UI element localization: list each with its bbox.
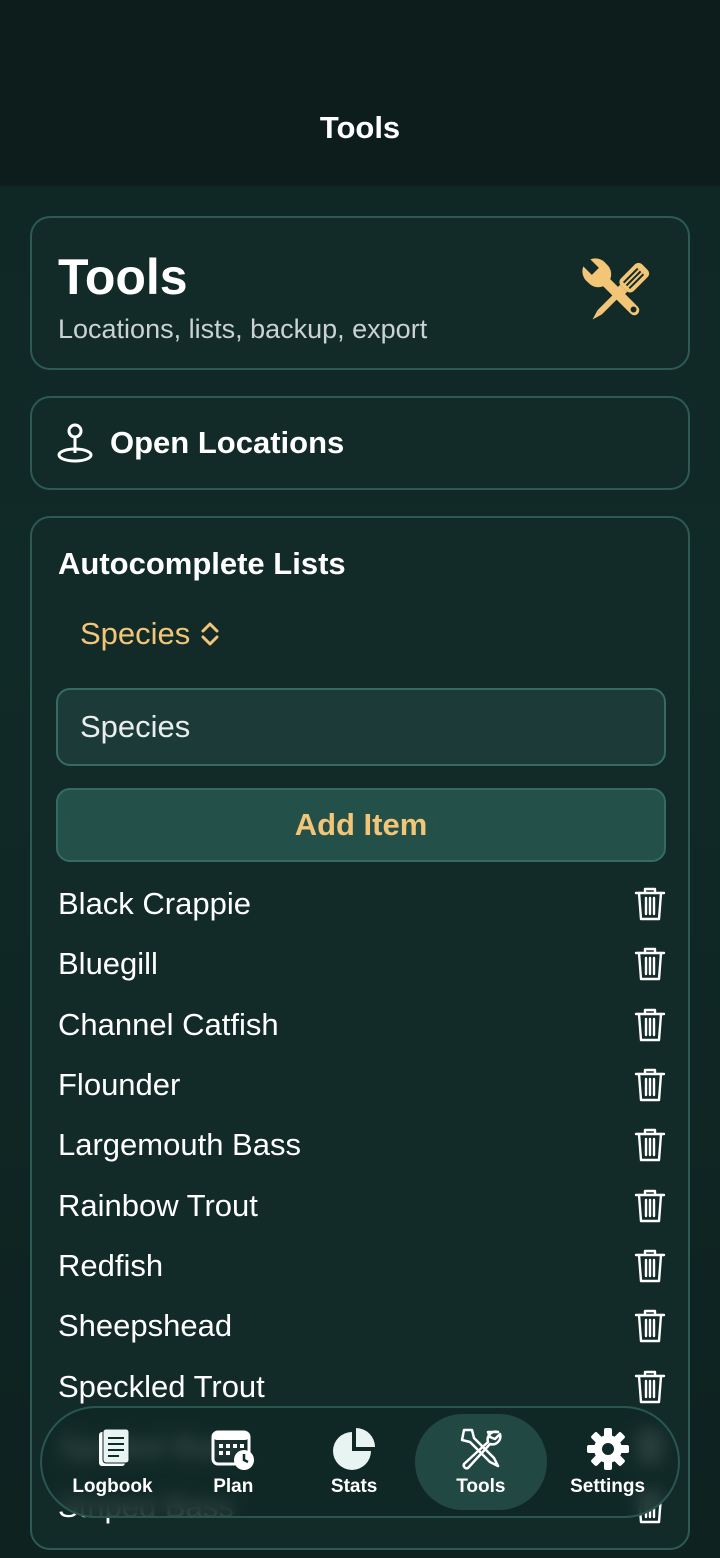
pie-chart-icon: [333, 1428, 376, 1470]
page-subtitle: Locations, lists, backup, export: [58, 314, 428, 344]
open-locations-button[interactable]: Open Locations: [30, 396, 690, 490]
list-item: Sheepshead: [32, 1296, 688, 1356]
tools-header-card: Tools Locations, lists, backup, export: [30, 216, 690, 370]
navigation-bar: Tools: [0, 0, 720, 186]
tab-logbook[interactable]: Logbook: [52, 1414, 173, 1510]
gear-icon: [586, 1428, 629, 1470]
autocomplete-lists-card: Autocomplete Lists Species Add Item Blac…: [30, 516, 690, 1550]
tab-plan[interactable]: Plan: [173, 1414, 294, 1510]
picker-value: Species: [80, 616, 191, 651]
list-item: Rainbow Trout: [32, 1175, 688, 1235]
trash-icon[interactable]: [634, 1188, 666, 1224]
list-item: Flounder: [32, 1055, 688, 1115]
book-icon: [99, 1428, 130, 1466]
chevron-up-down-icon: [201, 622, 219, 646]
list-item-label: Bluegill: [58, 946, 158, 982]
list-type-picker[interactable]: Species: [80, 616, 220, 652]
list-item-label: Channel Catfish: [58, 1006, 279, 1042]
list-item-label: Flounder: [58, 1067, 181, 1103]
list-item-label: Sheepshead: [58, 1308, 233, 1344]
trash-icon[interactable]: [634, 946, 666, 982]
list-item: Channel Catfish: [32, 995, 688, 1055]
new-item-input[interactable]: [56, 688, 666, 766]
tab-label: Tools: [456, 1476, 506, 1497]
list-item: Black Crappie: [32, 874, 688, 934]
tab-tools[interactable]: Tools: [414, 1414, 548, 1510]
section-title: Autocomplete Lists: [58, 546, 346, 581]
open-locations-label: Open Locations: [110, 425, 345, 460]
tools-icon: [581, 257, 650, 320]
trash-icon[interactable]: [634, 1067, 666, 1103]
list-item-label: Redfish: [58, 1247, 164, 1283]
list-item-label: Rainbow Trout: [58, 1187, 258, 1223]
tools-icon: [460, 1428, 502, 1470]
tab-label: Stats: [330, 1476, 378, 1497]
trash-icon[interactable]: [634, 886, 666, 922]
page-title: Tools: [58, 249, 188, 305]
trash-icon[interactable]: [634, 1369, 666, 1405]
list-item-label: Speckled Trout: [58, 1368, 265, 1404]
list-item-label: Largemouth Bass: [58, 1127, 301, 1163]
trash-icon[interactable]: [634, 1308, 666, 1344]
list-item: Redfish: [32, 1236, 688, 1296]
calendar-clock-icon: [211, 1430, 255, 1470]
tab-settings[interactable]: Settings: [547, 1414, 668, 1510]
tab-label: Logbook: [72, 1476, 153, 1497]
list-item: Bluegill: [32, 934, 688, 994]
list-item-label: Black Crappie: [58, 886, 251, 922]
trash-icon[interactable]: [634, 1127, 666, 1163]
list-item: Largemouth Bass: [32, 1115, 688, 1175]
tab-bar: Logbook Plan Stats Tools Settings: [40, 1406, 680, 1518]
tab-stats[interactable]: Stats: [294, 1414, 415, 1510]
trash-icon[interactable]: [634, 1248, 666, 1284]
tab-label: Settings: [570, 1476, 646, 1497]
trash-icon[interactable]: [634, 1007, 666, 1043]
tab-label: Plan: [213, 1476, 254, 1497]
nav-title: Tools: [319, 110, 401, 145]
map-pin-icon: [57, 423, 93, 463]
add-item-button[interactable]: Add Item: [56, 788, 666, 862]
